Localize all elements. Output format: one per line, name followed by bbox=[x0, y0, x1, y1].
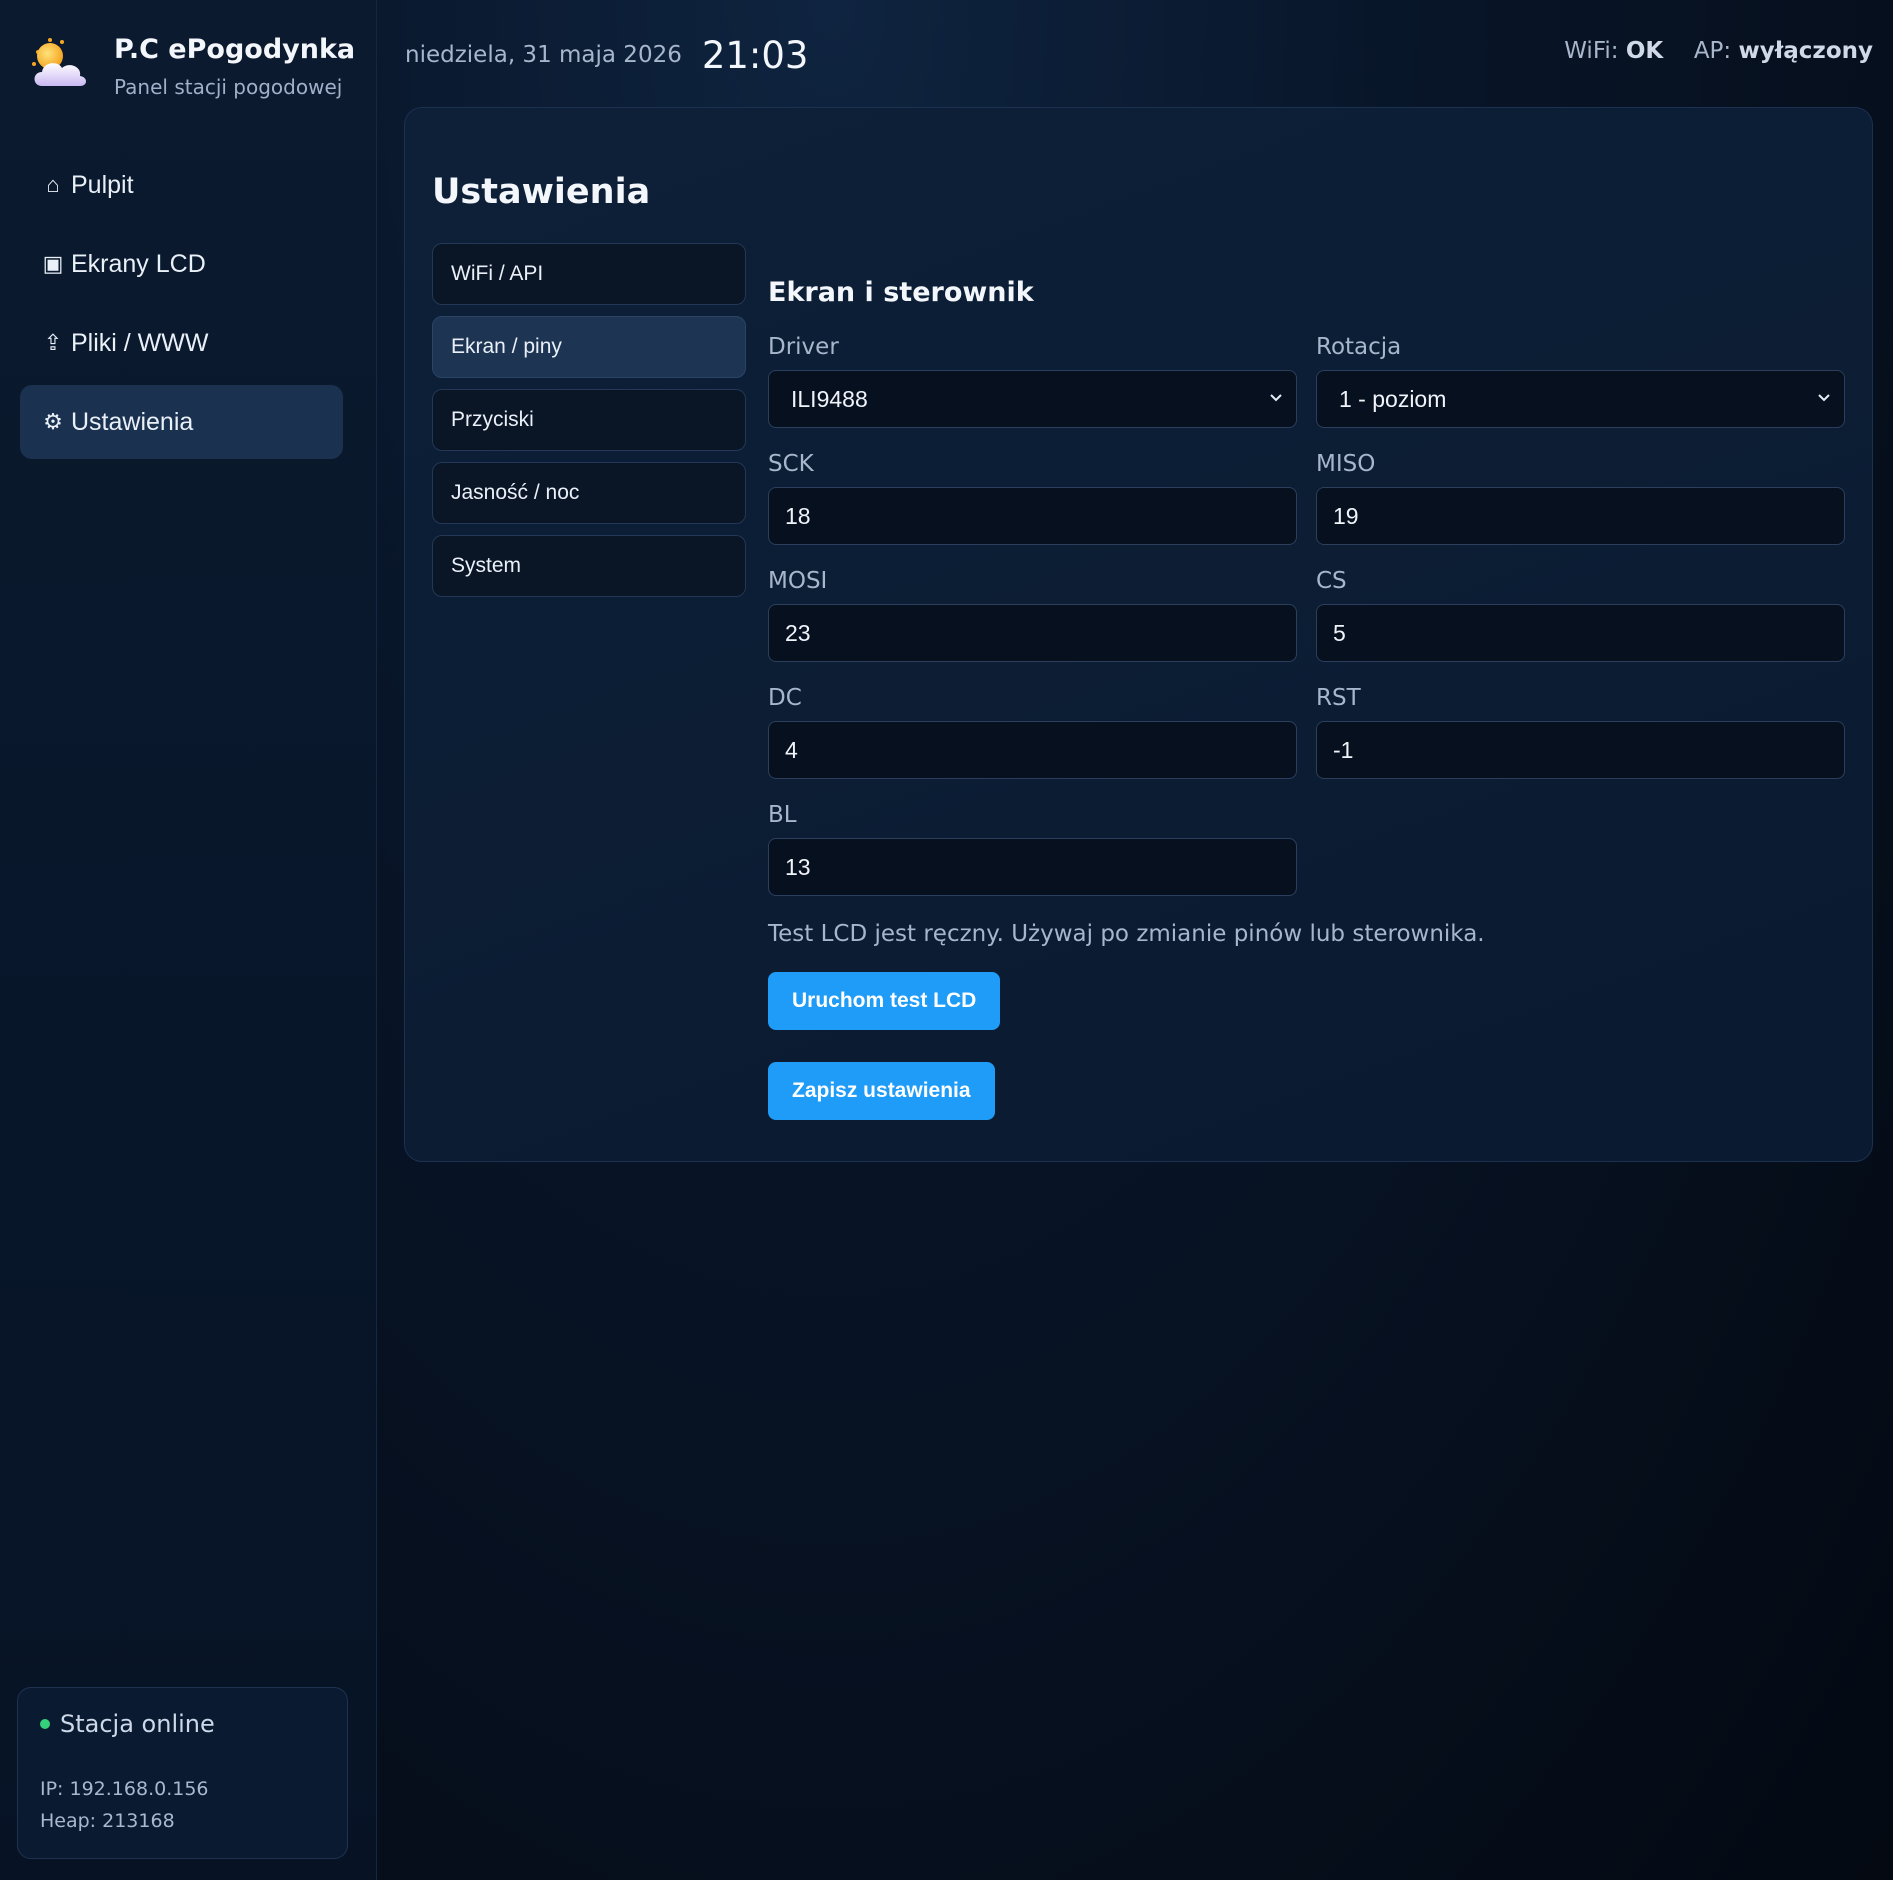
page-title: Ustawienia bbox=[432, 172, 651, 212]
rotation-select[interactable]: 1 - poziom bbox=[1316, 370, 1845, 428]
sck-label: SCK bbox=[768, 451, 814, 477]
status-online-label: Stacja online bbox=[60, 1710, 215, 1738]
wifi-value: OK bbox=[1625, 38, 1664, 64]
ap-label: AP: bbox=[1693, 38, 1732, 64]
brand-title: P.C ePogodynka bbox=[114, 34, 356, 65]
network-status: WiFi: OK AP: wyłączony bbox=[1564, 38, 1873, 64]
sidebar-item-ustawienia[interactable]: ⚙ Ustawienia bbox=[20, 385, 343, 459]
driver-label: Driver bbox=[768, 334, 839, 360]
run-lcd-test-button[interactable]: Uruchom test LCD bbox=[768, 972, 1001, 1030]
driver-select[interactable]: ILI9488 bbox=[768, 370, 1297, 428]
main-content: niedziela, 31 maja 2026 21:03 WiFi: OK A… bbox=[377, 0, 1893, 1880]
ap-value: wyłączony bbox=[1738, 38, 1874, 64]
tab-przyciski[interactable]: Przyciski bbox=[432, 389, 746, 451]
cs-field: CS 5 bbox=[1316, 568, 1845, 685]
rotation-value: 1 - poziom bbox=[1339, 385, 1447, 412]
screen-settings-panel: Ekran i sterownik Driver ILI9488 Rotacja… bbox=[768, 243, 1853, 1120]
miso-field: MISO 19 bbox=[1316, 451, 1845, 568]
sck-input[interactable]: 18 bbox=[768, 487, 1297, 545]
bl-field: BL 13 bbox=[768, 802, 1297, 919]
upload-icon: ⇪ bbox=[43, 330, 63, 355]
sidebar-item-pulpit[interactable]: ⌂ Pulpit bbox=[20, 148, 343, 222]
brand: P.C ePogodynka Panel stacji pogodowej bbox=[28, 34, 355, 99]
sidebar: P.C ePogodynka Panel stacji pogodowej ⌂ … bbox=[0, 0, 377, 1880]
online-dot-icon bbox=[40, 1719, 50, 1729]
current-time: 21:03 bbox=[701, 33, 809, 77]
rst-label: RST bbox=[1316, 685, 1361, 711]
home-icon: ⌂ bbox=[46, 172, 60, 197]
cs-input[interactable]: 5 bbox=[1316, 604, 1845, 662]
chevron-down-icon bbox=[1818, 394, 1830, 402]
rotation-label: Rotacja bbox=[1316, 334, 1402, 360]
sidebar-nav: ⌂ Pulpit ▣ Ekrany LCD ⇪ Pliki / WWW ⚙ Us… bbox=[20, 148, 343, 464]
mosi-label: MOSI bbox=[768, 568, 828, 594]
pin-fields-grid: Driver ILI9488 Rotacja 1 - poziom SCK 18… bbox=[768, 334, 1853, 919]
status-heap: Heap: 213168 bbox=[40, 1810, 175, 1832]
mosi-input[interactable]: 23 bbox=[768, 604, 1297, 662]
sidebar-item-label: Ustawienia bbox=[71, 407, 194, 436]
current-date: niedziela, 31 maja 2026 bbox=[405, 42, 682, 68]
sidebar-item-label: Ekrany LCD bbox=[71, 249, 206, 278]
save-settings-button[interactable]: Zapisz ustawienia bbox=[768, 1062, 995, 1120]
topbar: niedziela, 31 maja 2026 21:03 WiFi: OK A… bbox=[405, 30, 1873, 80]
gear-icon: ⚙ bbox=[43, 409, 63, 434]
sck-field: SCK 18 bbox=[768, 451, 1297, 568]
tab-ekran-piny[interactable]: Ekran / piny bbox=[432, 316, 746, 378]
tab-wifi-api[interactable]: WiFi / API bbox=[432, 243, 746, 305]
miso-label: MISO bbox=[1316, 451, 1376, 477]
mosi-field: MOSI 23 bbox=[768, 568, 1297, 685]
sidebar-item-pliki-www[interactable]: ⇪ Pliki / WWW bbox=[20, 306, 343, 380]
brand-subtitle: Panel stacji pogodowej bbox=[114, 75, 343, 99]
dc-field: DC 4 bbox=[768, 685, 1297, 802]
rst-input[interactable]: -1 bbox=[1316, 721, 1845, 779]
bl-input[interactable]: 13 bbox=[768, 838, 1297, 896]
driver-field: Driver ILI9488 bbox=[768, 334, 1297, 451]
chevron-down-icon bbox=[1270, 394, 1282, 402]
dc-label: DC bbox=[768, 685, 802, 711]
cs-label: CS bbox=[1316, 568, 1347, 594]
wifi-label: WiFi: bbox=[1564, 38, 1619, 64]
settings-card: Ustawienia WiFi / API Ekran / piny Przyc… bbox=[404, 107, 1873, 1162]
sidebar-item-ekrany-lcd[interactable]: ▣ Ekrany LCD bbox=[20, 227, 343, 301]
settings-tabs: WiFi / API Ekran / piny Przyciski Jasnoś… bbox=[432, 243, 746, 608]
screen-icon: ▣ bbox=[42, 251, 64, 276]
tab-jasnosc-noc[interactable]: Jasność / noc bbox=[432, 462, 746, 524]
dc-input[interactable]: 4 bbox=[768, 721, 1297, 779]
sidebar-item-label: Pliki / WWW bbox=[71, 328, 209, 357]
driver-value: ILI9488 bbox=[791, 385, 868, 412]
miso-input[interactable]: 19 bbox=[1316, 487, 1845, 545]
sun-cloud-icon bbox=[28, 34, 90, 96]
tab-system[interactable]: System bbox=[432, 535, 746, 597]
lcd-test-hint: Test LCD jest ręczny. Używaj po zmianie … bbox=[768, 921, 1485, 947]
status-online: Stacja online bbox=[40, 1710, 325, 1738]
app-root: P.C ePogodynka Panel stacji pogodowej ⌂ … bbox=[0, 0, 1893, 1880]
rst-field: RST -1 bbox=[1316, 685, 1845, 802]
rotation-field: Rotacja 1 - poziom bbox=[1316, 334, 1845, 451]
bl-label: BL bbox=[768, 802, 797, 828]
sidebar-item-label: Pulpit bbox=[71, 170, 134, 199]
status-ip: IP: 192.168.0.156 bbox=[40, 1778, 209, 1800]
panel-title: Ekran i sterownik bbox=[768, 277, 1034, 308]
station-status-card: Stacja online IP: 192.168.0.156 Heap: 21… bbox=[17, 1687, 348, 1859]
